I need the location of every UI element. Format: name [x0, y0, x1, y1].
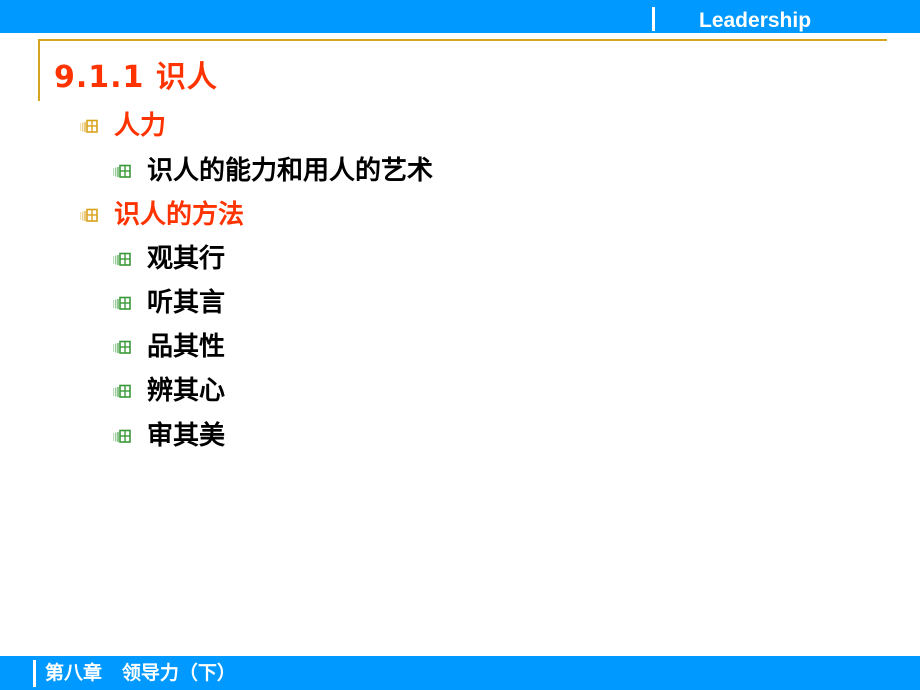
window-bullet-icon-green [113, 384, 131, 398]
slide-title: 9.1.1 识人 [54, 60, 218, 95]
header-divider [652, 7, 655, 31]
window-bullet-icon-green [113, 164, 131, 178]
bullet-item: 听其言 [113, 286, 225, 320]
bullet-text: 识人的能力和用人的艺术 [147, 156, 434, 186]
window-bullet-icon-green [113, 340, 131, 354]
bullet-item: 人力 [80, 109, 166, 143]
bullet-text: 听其言 [147, 288, 226, 318]
window-bullet-icon-green [113, 296, 131, 310]
bullet-text: 审其美 [147, 421, 226, 451]
bullet-text: 品其性 [147, 332, 226, 362]
bullet-text: 观其行 [147, 244, 226, 274]
header-bar: Leadership [0, 0, 920, 33]
window-bullet-icon-gold [80, 208, 98, 222]
bullet-item: 识人的能力和用人的艺术 [113, 154, 433, 188]
bullet-text: 识人的方法 [114, 200, 245, 230]
window-bullet-icon-gold [80, 119, 98, 133]
header-title: Leadership [699, 9, 812, 32]
window-bullet-icon-green [113, 429, 131, 443]
footer-bar: 第八章 领导力（下） [0, 656, 920, 690]
bullet-item: 审其美 [113, 419, 225, 453]
bullet-text: 辨其心 [147, 376, 226, 406]
footer-chapter: 第八章 领导力（下） [45, 662, 236, 684]
footer-divider [33, 660, 36, 687]
title-frame-top-line [38, 39, 887, 41]
bullet-item: 品其性 [113, 330, 225, 364]
window-bullet-icon-green [113, 252, 131, 266]
bullet-text: 人力 [114, 111, 167, 141]
title-frame-left-line [38, 39, 40, 101]
bullet-item: 辨其心 [113, 374, 225, 408]
bullet-item: 观其行 [113, 242, 225, 276]
bullet-item: 识人的方法 [80, 198, 244, 232]
